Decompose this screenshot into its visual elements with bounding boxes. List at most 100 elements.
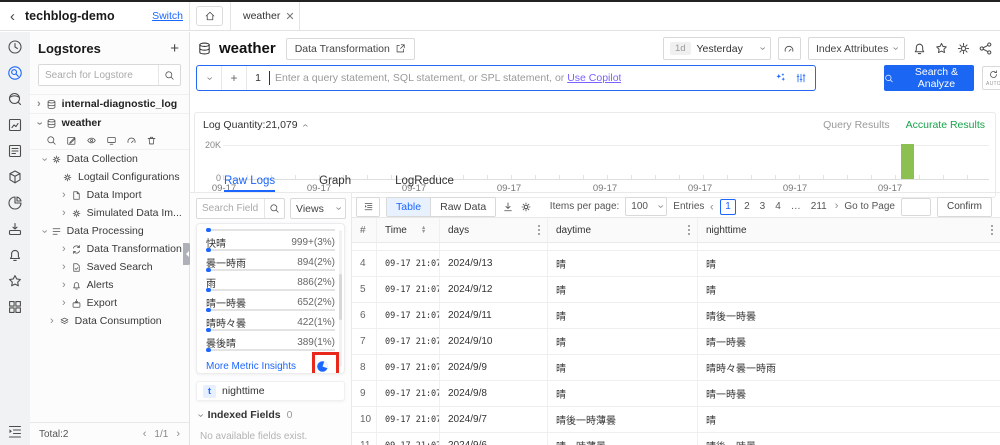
more-metric-insights-link[interactable]: More Metric Insights [206, 361, 296, 372]
log-search-icon[interactable] [7, 65, 23, 81]
eye-icon[interactable] [86, 135, 97, 146]
alerts-rail-icon[interactable] [7, 247, 23, 263]
search-tool-icon[interactable] [46, 135, 57, 146]
tree-item-saved-search[interactable]: › Saved Search [30, 258, 189, 276]
query-collapse-button[interactable]: › [197, 66, 222, 90]
field-search-input[interactable] [197, 199, 264, 218]
column-menu-icon[interactable] [991, 225, 993, 235]
table-row[interactable]: 1009-17 21:07:462024/9/7晴後一時薄曇晴 [352, 407, 1000, 433]
views-select[interactable]: Views › [290, 198, 346, 219]
page-2[interactable]: 2 [742, 201, 752, 212]
goto-page-input[interactable] [900, 197, 931, 216]
tab-logreduce[interactable]: LogReduce [395, 169, 454, 192]
confirm-button[interactable]: Confirm [936, 196, 992, 217]
index-attributes-button[interactable]: Index Attributes › [807, 37, 905, 60]
sliders-icon[interactable] [795, 72, 807, 84]
tree-item-export[interactable]: › Export [30, 294, 189, 312]
trash-icon[interactable] [146, 135, 157, 146]
page-1[interactable]: 1 [720, 198, 737, 215]
resource-cube-icon[interactable] [7, 169, 23, 185]
sort-icon[interactable]: ▲ ▼ [421, 225, 426, 235]
raw-data-view-button[interactable]: Raw Data [430, 197, 496, 216]
col-time[interactable]: Time ▲ ▼ [377, 218, 440, 242]
history-icon[interactable] [7, 39, 23, 55]
edit-icon[interactable] [66, 135, 77, 146]
tree-item-data-import[interactable]: › Data Import [30, 186, 189, 204]
apps-grid-icon[interactable] [7, 299, 23, 315]
table-row[interactable]: 909-17 21:07:462024/9/8晴晴一時曇 [352, 381, 1000, 407]
prev-page-icon[interactable]: ‹ [143, 428, 147, 440]
tree-item-data-consumption[interactable]: › Data Consumption [30, 312, 189, 330]
table-settings-button[interactable] [520, 201, 532, 213]
field-search-button[interactable] [264, 199, 284, 218]
table-row[interactable]: 509-17 21:07:462024/9/12晴晴 [352, 277, 1000, 303]
time-range-select[interactable]: 1d Yesterday › [662, 37, 771, 60]
alerts-bell-button[interactable] [912, 41, 927, 56]
table-row[interactable]: 1109-17 21:07:462024/9/6晴一時薄曇晴後一時曇 [352, 433, 1000, 445]
logstore-search-button[interactable] [158, 65, 180, 85]
table-row[interactable]: 609-17 21:07:462024/9/11晴晴後一時曇 [352, 303, 1000, 329]
pie-analysis-icon[interactable] [7, 195, 23, 211]
stat-item[interactable]: 雨 886(2%) [206, 276, 335, 292]
tab-raw-logs[interactable]: Raw Logs [224, 169, 276, 192]
column-menu-icon[interactable] [538, 225, 540, 235]
logstore-item-internal-diagnostic[interactable]: › internal-diagnostic_log [30, 94, 189, 113]
back-icon[interactable]: ‹ [10, 9, 15, 24]
favorites-icon[interactable] [7, 273, 23, 289]
accurate-results-label[interactable]: Accurate Results [906, 119, 985, 131]
col-days[interactable]: days [440, 218, 548, 242]
collapse-menu-icon[interactable] [7, 423, 23, 439]
next-page-icon[interactable]: › [176, 428, 180, 440]
prev-page-button[interactable]: › [710, 201, 714, 213]
tree-item-simulated-data-import[interactable]: › Simulated Data Im... [30, 204, 189, 222]
table-row[interactable]: 709-17 21:07:462024/9/10晴晴一時曇 [352, 329, 1000, 355]
tree-item-logtail-configurations[interactable]: Logtail Configurations [30, 168, 189, 186]
page-4[interactable]: 4 [773, 201, 783, 212]
next-page-button[interactable]: › [835, 201, 839, 212]
stat-item[interactable]: 曇後晴 389(1%) [206, 336, 335, 352]
auto-refresh-button[interactable]: AUTO [982, 66, 1000, 90]
favorite-badge-button[interactable] [934, 41, 949, 56]
tab-weather[interactable]: weather ✕ [230, 2, 300, 30]
use-copilot-link[interactable]: Use Copilot [567, 72, 621, 84]
dashboard-icon[interactable] [7, 117, 23, 133]
stat-item[interactable]: 晴一時曇 652(2%) [206, 296, 335, 312]
table-row[interactable]: 809-17 21:07:462024/9/9晴晴時々曇一時雨 [352, 355, 1000, 381]
page-3[interactable]: 3 [758, 201, 768, 212]
tab-graph[interactable]: Graph [319, 169, 351, 192]
stat-item[interactable]: 晴時々曇 422(1%) [206, 316, 335, 332]
home-button[interactable] [196, 6, 223, 26]
field-panel-scrollbar[interactable] [339, 230, 342, 367]
expand-icon[interactable]: › [37, 98, 41, 110]
stat-item[interactable]: 曇一時雨 894(2%) [206, 256, 335, 272]
add-logstore-button[interactable]: + [170, 40, 179, 57]
indexed-fields-header[interactable]: › Indexed Fields 0 [194, 409, 292, 421]
tree-item-alerts[interactable]: › Alerts [30, 276, 189, 294]
tree-item-data-processing[interactable]: › Data Processing [30, 222, 189, 240]
collapse-icon[interactable]: › [33, 121, 45, 125]
copilot-sparkle-icon[interactable] [775, 72, 787, 84]
switch-project-link[interactable]: Switch [152, 10, 183, 22]
outline-toggle-button[interactable] [356, 196, 380, 217]
col-nighttime[interactable]: nighttime [698, 218, 1000, 242]
page-211[interactable]: 211 [809, 201, 829, 212]
logstore-item-weather[interactable]: › weather [30, 113, 189, 132]
tree-item-data-transformation[interactable]: › Data Transformation [30, 240, 189, 258]
search-analyze-button[interactable]: Search & Analyze [884, 65, 974, 91]
query-editor[interactable]: › + 1 Enter a query statement, SQL state… [196, 65, 816, 91]
table-view-button[interactable]: Table [387, 197, 431, 216]
add-query-tab-button[interactable]: + [222, 66, 247, 90]
collapse-chart-icon[interactable]: › [299, 123, 311, 127]
global-search-icon[interactable] [7, 91, 23, 107]
data-import-rail-icon[interactable] [7, 221, 23, 237]
column-menu-icon[interactable] [688, 225, 690, 235]
field-row-nighttime[interactable]: t nighttime [196, 381, 345, 401]
tree-item-data-collection[interactable]: › Data Collection [30, 150, 189, 168]
tab-close-icon[interactable]: ✕ [285, 10, 294, 23]
col-daytime[interactable]: daytime [548, 218, 698, 242]
gauge-icon[interactable] [126, 135, 137, 146]
report-icon[interactable] [7, 143, 23, 159]
share-button[interactable] [978, 41, 993, 56]
settings-gear-button[interactable] [956, 41, 971, 56]
per-page-select[interactable]: 100 › [625, 197, 668, 216]
